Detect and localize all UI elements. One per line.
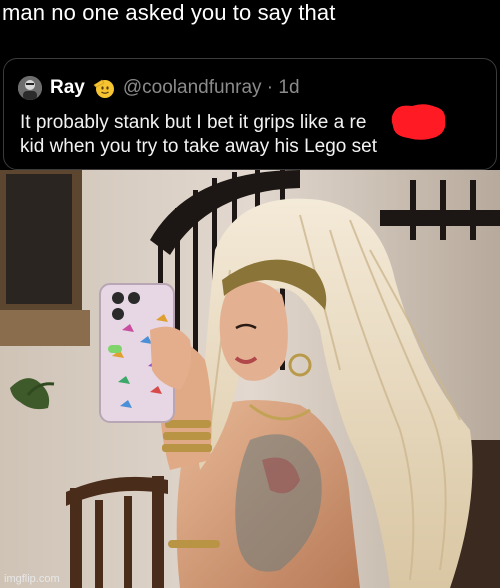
- avatar-image: [18, 76, 42, 100]
- tweet-line-1-text: It probably stank but I bet it grips lik…: [20, 112, 367, 133]
- imgflip-watermark: imgflip.com: [4, 573, 60, 585]
- selfie-photo: [0, 170, 500, 588]
- red-redaction-scribble: [391, 104, 446, 140]
- meme-caption: man no one asked you to say that: [0, 0, 500, 50]
- tweet-header: Ray @coolandfunray · 1d: [18, 75, 300, 101]
- display-name[interactable]: Ray: [50, 77, 85, 99]
- caption-text: man no one asked you to say that: [2, 0, 336, 25]
- handle-and-time[interactable]: @coolandfunray · 1d: [123, 77, 300, 99]
- saluting-face-icon: [93, 79, 114, 98]
- avatar[interactable]: [18, 76, 42, 100]
